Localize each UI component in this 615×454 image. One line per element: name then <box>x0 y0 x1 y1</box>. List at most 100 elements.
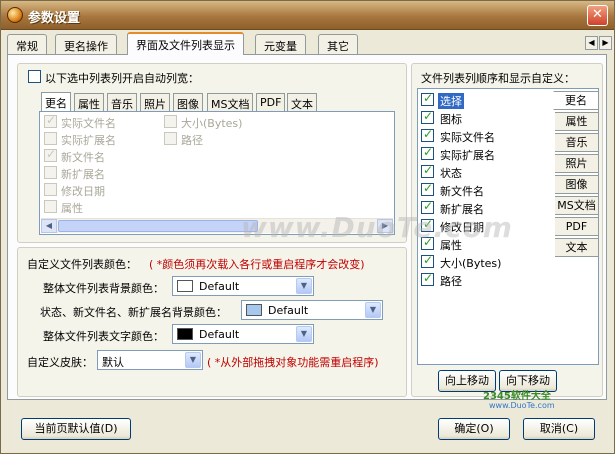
inner-tab-photo[interactable]: 照片 <box>140 93 170 111</box>
text-color-label: 整体文件列表文字颜色： <box>43 330 164 343</box>
inner-tab-music[interactable]: 音乐 <box>107 93 137 111</box>
tab-general[interactable]: 常规 <box>7 34 47 54</box>
color-swatch <box>177 328 193 340</box>
app-icon <box>7 7 23 23</box>
column-label: 实际扩展名 <box>61 134 116 147</box>
list-item[interactable]: 实际扩展名 <box>420 145 553 163</box>
list-item-label: 实际文件名 <box>440 131 495 144</box>
tab-interface[interactable]: 界面及文件列表显示 <box>127 32 244 55</box>
tab-other[interactable]: 其它 <box>318 34 358 54</box>
column-label: 大小(Bytes) <box>181 117 243 130</box>
auto-width-label: 以下选中列表列开启自动列宽： <box>45 72 199 85</box>
column-checkbox[interactable] <box>44 166 57 179</box>
cancel-button[interactable]: 取消(C) <box>523 418 595 440</box>
list-item[interactable]: 状态 <box>420 163 553 181</box>
close-button[interactable]: ✕ <box>587 5 608 26</box>
tab-scroll-right-icon[interactable]: ▶ <box>599 36 612 50</box>
column-checkbox[interactable] <box>421 109 434 124</box>
skin-note: ( *从外部拖拽对象功能需重启程序) <box>207 356 379 369</box>
column-order-heading: 文件列表列顺序和显示自定义： <box>421 72 575 85</box>
list-item-label: 实际扩展名 <box>440 149 495 162</box>
chevron-down-icon[interactable]: ▼ <box>296 278 312 294</box>
side-tab-pdf[interactable]: PDF <box>555 217 599 236</box>
site-url: www.DuoTe.com <box>489 401 555 410</box>
list-item-label: 状态 <box>440 167 462 180</box>
tab-rename[interactable]: 更名操作 <box>55 34 117 54</box>
skin-value: 默认 <box>102 356 124 369</box>
watermark: www.DuoTe.com <box>241 211 513 244</box>
text-color-select[interactable]: Default ▼ <box>172 324 314 344</box>
list-item[interactable]: 图标 <box>420 109 553 127</box>
column-label: 属性 <box>61 202 83 215</box>
list-item[interactable]: 选择 <box>420 91 553 109</box>
column-checkbox[interactable] <box>44 147 57 162</box>
status-color-value: Default <box>268 304 309 317</box>
list-item-label: 图标 <box>440 113 462 126</box>
list-item[interactable]: 实际文件名 <box>420 127 553 145</box>
inner-tab-pdf[interactable]: PDF <box>256 93 286 111</box>
side-tab-photo[interactable]: 照片 <box>555 154 599 173</box>
column-label: 新文件名 <box>61 151 105 164</box>
column-label: 路径 <box>181 134 203 147</box>
title-bar[interactable]: 参数设置 ✕ <box>1 1 614 30</box>
color-swatch <box>246 304 262 316</box>
list-item[interactable]: 大小(Bytes) <box>420 253 553 271</box>
restore-defaults-button[interactable]: 当前页默认值(D) <box>21 418 131 440</box>
bg-color-value: Default <box>199 280 240 293</box>
column-checkbox[interactable] <box>421 127 434 142</box>
column-checkbox[interactable] <box>44 132 57 145</box>
chevron-down-icon[interactable]: ▼ <box>365 302 381 318</box>
inner-tab-ms-doc[interactable]: MS文档 <box>207 93 254 111</box>
column-checkbox[interactable] <box>44 200 57 213</box>
column-checkbox[interactable] <box>164 115 177 128</box>
column-checkbox[interactable] <box>164 132 177 145</box>
column-checkbox[interactable] <box>44 113 57 128</box>
side-tab-text[interactable]: 文本 <box>555 238 599 257</box>
column-checkbox[interactable] <box>44 183 57 196</box>
inner-tab-text[interactable]: 文本 <box>287 93 317 111</box>
list-item-label: 新文件名 <box>440 185 484 198</box>
side-tab-ms-doc[interactable]: MS文档 <box>555 196 599 215</box>
site-logo: 2345软件大全 <box>483 391 551 402</box>
skin-label: 自定义皮肤： <box>27 356 93 369</box>
colors-note: ( *颜色须再次载入各行或重启程序才会改变) <box>149 258 365 271</box>
chevron-down-icon[interactable]: ▼ <box>185 352 201 368</box>
bg-color-label: 整体文件列表背景颜色： <box>43 282 164 295</box>
column-checkbox[interactable] <box>421 253 434 268</box>
auto-width-checkbox[interactable] <box>28 70 41 83</box>
side-tab-attributes[interactable]: 属性 <box>555 112 599 131</box>
column-checkbox[interactable] <box>421 91 434 106</box>
ok-button[interactable]: 确定(O) <box>438 418 510 440</box>
color-swatch <box>177 280 193 292</box>
list-item[interactable]: 新文件名 <box>420 181 553 199</box>
scroll-left-icon[interactable]: ◀ <box>41 219 57 233</box>
column-checkbox[interactable] <box>421 145 434 160</box>
status-color-label: 状态、新文件名、新扩展名背景颜色： <box>40 306 227 319</box>
side-tab-music[interactable]: 音乐 <box>555 133 599 152</box>
window-title: 参数设置 <box>28 11 81 26</box>
inner-tab-rename[interactable]: 更名 <box>41 92 71 111</box>
list-item-label: 选择 <box>438 93 464 109</box>
inner-tab-image[interactable]: 图像 <box>173 93 203 111</box>
chevron-down-icon[interactable]: ▼ <box>296 326 312 342</box>
colors-heading: 自定义文件列表颜色： <box>27 258 137 271</box>
column-label: 新扩展名 <box>61 168 105 181</box>
tab-scroll-left-icon[interactable]: ◀ <box>585 36 598 50</box>
side-tab-rename[interactable]: 更名 <box>553 91 599 110</box>
list-item-label: 路径 <box>440 275 462 288</box>
bg-color-select[interactable]: Default ▼ <box>172 276 314 296</box>
settings-dialog: 参数设置 ✕ 常规 更名操作 界面及文件列表显示 元变量 其它 ◀ ▶ 以下选中… <box>0 0 615 454</box>
tab-meta-variables[interactable]: 元变量 <box>255 34 306 54</box>
column-checkbox[interactable] <box>421 271 434 286</box>
list-item[interactable]: 路径 <box>420 271 553 289</box>
status-color-select[interactable]: Default ▼ <box>241 300 383 320</box>
inner-tab-attributes[interactable]: 属性 <box>74 93 104 111</box>
column-label: 实际文件名 <box>61 117 116 130</box>
column-label: 修改日期 <box>61 185 105 198</box>
skin-select[interactable]: 默认 ▼ <box>97 350 203 370</box>
scroll-thumb[interactable] <box>58 220 258 232</box>
column-checkbox[interactable] <box>421 181 434 196</box>
text-color-value: Default <box>199 328 240 341</box>
side-tab-image[interactable]: 图像 <box>555 175 599 194</box>
column-checkbox[interactable] <box>421 163 434 178</box>
